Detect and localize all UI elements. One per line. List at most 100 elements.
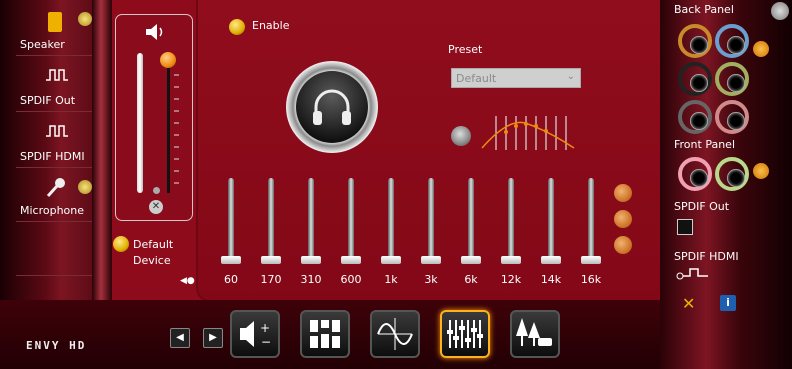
eq-band-label: 310 bbox=[300, 273, 322, 286]
eq-slider-knob[interactable] bbox=[261, 256, 281, 264]
eq-slider-knob[interactable] bbox=[381, 256, 401, 264]
preset-dropdown[interactable]: Default ⌄ bbox=[451, 68, 581, 88]
status-indicator-icon bbox=[78, 180, 92, 194]
back-jack-green[interactable] bbox=[715, 62, 749, 96]
back-panel-title: Back Panel bbox=[674, 3, 734, 16]
device-speaker[interactable]: Speaker bbox=[0, 0, 92, 56]
eq-slider-track[interactable] bbox=[588, 178, 594, 264]
eq-slider-track[interactable] bbox=[548, 178, 554, 264]
brand-logo: ENVY HD bbox=[26, 339, 87, 352]
headphone-virtualization-button[interactable] bbox=[286, 61, 378, 153]
eq-slider-track[interactable] bbox=[508, 178, 514, 264]
digital-signal-icon[interactable] bbox=[676, 266, 710, 280]
jack-hole bbox=[690, 112, 708, 130]
spdif-out-title: SPDIF Out bbox=[674, 200, 730, 213]
eq-slider-knob[interactable] bbox=[301, 256, 321, 264]
tab-speaker-config[interactable] bbox=[300, 310, 350, 358]
speaker-volume-icon: +− bbox=[240, 321, 271, 349]
eq-slider-knob[interactable] bbox=[421, 256, 441, 264]
spdif-hdmi-title: SPDIF HDMI bbox=[674, 250, 739, 263]
tab-environment[interactable] bbox=[510, 310, 560, 358]
settings-tools-icon[interactable]: ✕ bbox=[682, 294, 695, 313]
save-preset-icon[interactable] bbox=[614, 184, 632, 202]
front-jack-pink[interactable] bbox=[678, 157, 712, 191]
eq-band-label: 170 bbox=[260, 273, 282, 286]
device-label: SPDIF HDMI bbox=[20, 150, 85, 163]
eq-band-label: 600 bbox=[340, 273, 362, 286]
eq-slider-knob[interactable] bbox=[341, 256, 361, 264]
eq-band-label: 14k bbox=[540, 273, 562, 286]
eq-slider-knob[interactable] bbox=[541, 256, 561, 264]
front-jack-green[interactable] bbox=[715, 157, 749, 191]
nav-arrows-icon[interactable]: ◀● bbox=[180, 276, 195, 286]
jack-hole bbox=[727, 36, 745, 54]
volume-slider-knob[interactable] bbox=[160, 52, 176, 68]
volume-scale bbox=[174, 74, 179, 184]
device-microphone[interactable]: Microphone bbox=[0, 168, 92, 224]
previous-page-button[interactable]: ◀ bbox=[170, 328, 190, 348]
back-jack-gray[interactable] bbox=[678, 100, 712, 134]
eq-slider-track[interactable] bbox=[268, 178, 274, 264]
arrow-right-icon: ▶ bbox=[209, 332, 217, 343]
eq-band-label: 3k bbox=[424, 273, 438, 286]
next-page-button[interactable]: ▶ bbox=[203, 328, 223, 348]
divider bbox=[16, 221, 92, 222]
eq-band-label: 16k bbox=[580, 273, 602, 286]
sine-wave-icon bbox=[377, 318, 413, 350]
jack-hole bbox=[690, 169, 708, 187]
preset-value: Default bbox=[456, 72, 497, 85]
mute-icon[interactable]: ✕ bbox=[149, 200, 163, 214]
eq-band-label: 60 bbox=[224, 273, 238, 286]
eq-slider-track[interactable] bbox=[468, 178, 474, 264]
eq-slider-track[interactable] bbox=[428, 178, 434, 264]
headphone-inner bbox=[296, 71, 368, 143]
tab-sound-wave[interactable] bbox=[370, 310, 420, 358]
default-device-label: Default Device bbox=[133, 238, 174, 267]
optical-port-icon[interactable] bbox=[677, 219, 693, 235]
refresh-icon[interactable] bbox=[753, 41, 769, 57]
digital-signal-icon bbox=[46, 69, 68, 81]
device-spdif-hdmi[interactable]: SPDIF HDMI bbox=[0, 112, 92, 168]
back-jack-pink[interactable] bbox=[715, 100, 749, 134]
back-jack-blue[interactable] bbox=[715, 24, 749, 58]
jack-hole bbox=[727, 169, 745, 187]
enable-label: Enable bbox=[252, 19, 290, 32]
default-device-indicator[interactable] bbox=[113, 236, 129, 252]
eq-slider-knob[interactable] bbox=[501, 256, 521, 264]
eq-slider-knob[interactable] bbox=[461, 256, 481, 264]
divider bbox=[16, 275, 92, 276]
speaker-icon bbox=[48, 12, 62, 32]
custom-preset-radio[interactable] bbox=[451, 126, 471, 146]
device-spdif-out[interactable]: SPDIF Out bbox=[0, 56, 92, 112]
volume-rail[interactable] bbox=[167, 53, 170, 193]
eq-curve-preview-icon bbox=[481, 116, 575, 150]
power-icon[interactable] bbox=[771, 2, 789, 20]
svg-text:−: − bbox=[261, 335, 271, 349]
arrow-left-icon: ◀ bbox=[176, 332, 184, 343]
back-jack-orange[interactable] bbox=[678, 24, 712, 58]
tab-equalizer[interactable] bbox=[440, 310, 490, 358]
device-label: SPDIF Out bbox=[20, 94, 76, 107]
refresh-icon[interactable] bbox=[753, 163, 769, 179]
jack-hole bbox=[690, 36, 708, 54]
tab-volume[interactable]: + − bbox=[230, 310, 280, 358]
digital-signal-icon bbox=[46, 125, 68, 137]
eq-band-label: 1k bbox=[384, 273, 398, 286]
back-jack-black[interactable] bbox=[678, 62, 712, 96]
enable-toggle[interactable] bbox=[229, 19, 245, 35]
eq-slider-track[interactable] bbox=[308, 178, 314, 264]
microphone-icon bbox=[46, 178, 65, 198]
eq-slider-knob[interactable] bbox=[581, 256, 601, 264]
eq-slider-track[interactable] bbox=[228, 178, 234, 264]
info-icon[interactable]: i bbox=[720, 295, 736, 311]
eq-slider-knob[interactable] bbox=[221, 256, 241, 264]
delete-preset-icon[interactable] bbox=[614, 236, 632, 254]
eq-slider-track[interactable] bbox=[348, 178, 354, 264]
reset-icon[interactable] bbox=[614, 210, 632, 228]
headphones-icon bbox=[313, 89, 351, 125]
front-panel-title: Front Panel bbox=[674, 138, 735, 151]
volume-speaker-icon bbox=[146, 24, 163, 40]
eq-slider-track[interactable] bbox=[388, 178, 394, 264]
volume-track bbox=[137, 53, 143, 193]
jack-hole bbox=[690, 74, 708, 92]
